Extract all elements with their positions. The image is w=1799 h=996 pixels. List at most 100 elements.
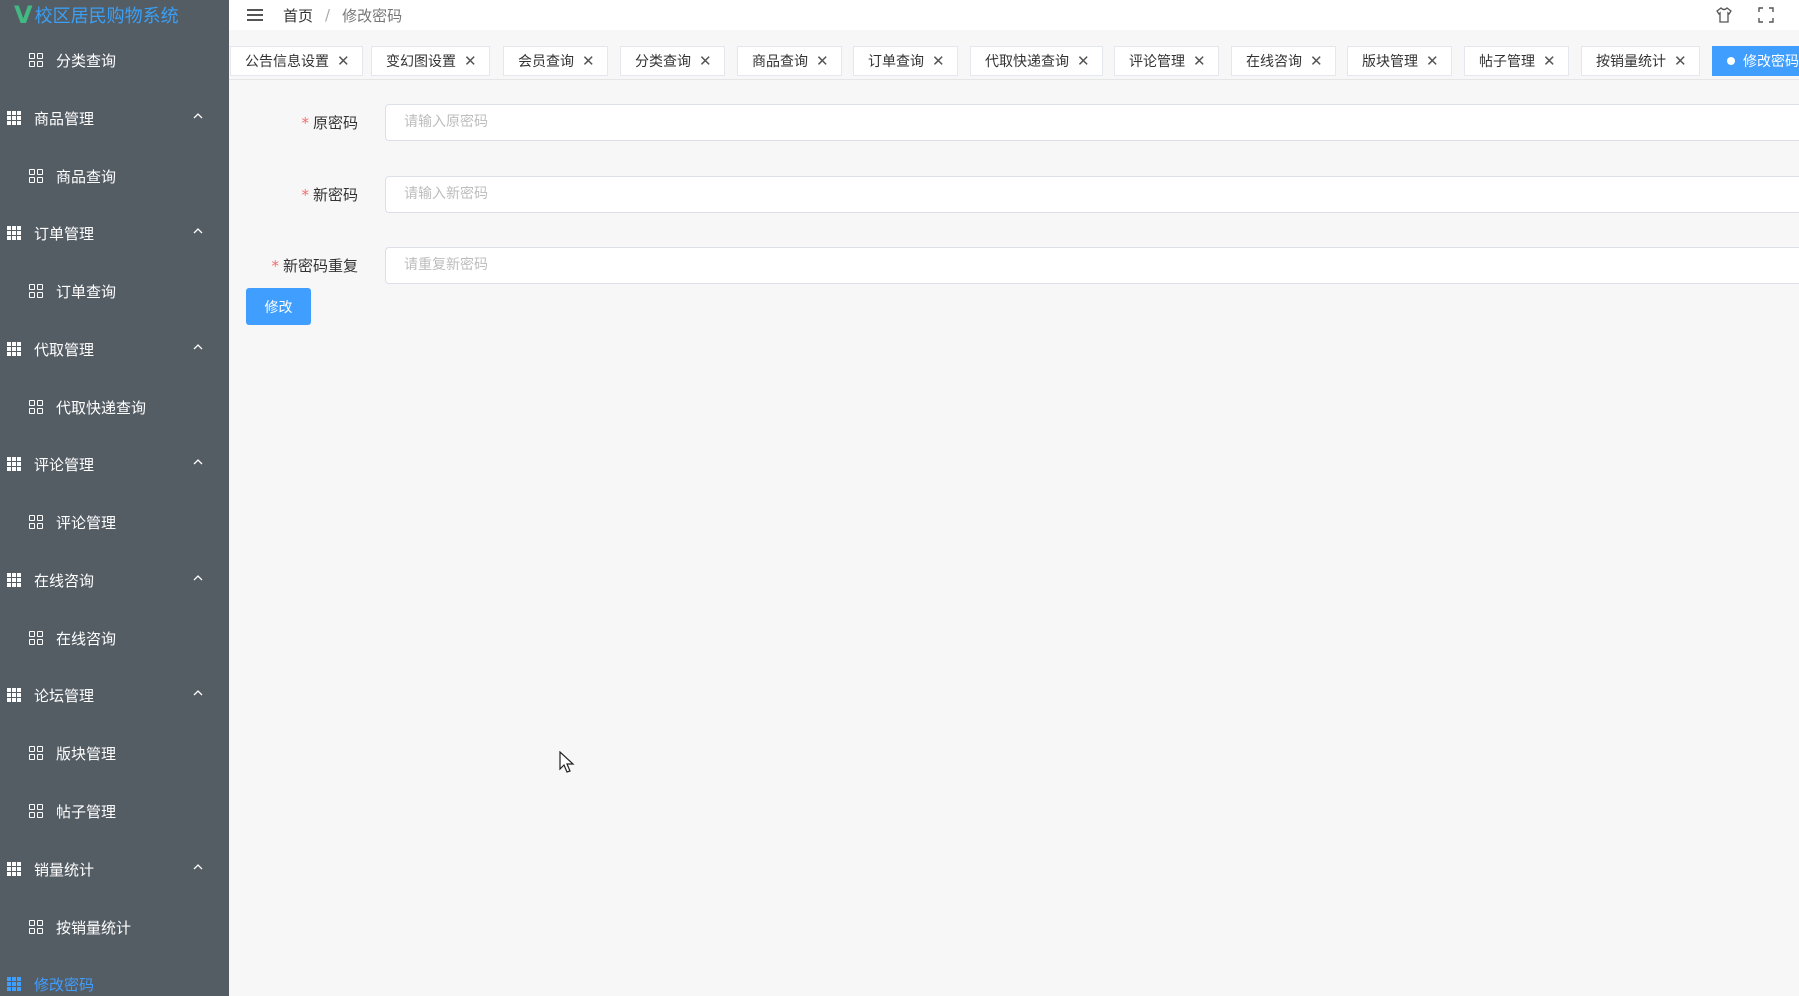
tab-notice-settings[interactable]: 公告信息设置 ✕ bbox=[230, 46, 363, 76]
breadcrumb-current: 修改密码 bbox=[342, 6, 403, 25]
table-icon bbox=[6, 573, 22, 587]
table-icon bbox=[6, 862, 22, 876]
chevron-up-icon bbox=[193, 113, 203, 119]
menu-toggle-icon[interactable] bbox=[247, 9, 263, 21]
sidebar-item-comment-list[interactable]: 评论管理 bbox=[0, 502, 229, 542]
tab-board-management[interactable]: 版块管理 ✕ bbox=[1347, 46, 1452, 76]
table-icon bbox=[6, 342, 22, 356]
sidebar-item-label: 商品查询 bbox=[56, 167, 117, 186]
sidebar-item-comment-management[interactable]: 评论管理 bbox=[0, 444, 229, 484]
new-password-input[interactable] bbox=[385, 175, 1799, 213]
tab-label: 在线咨询 bbox=[1246, 54, 1302, 70]
required-mark: * bbox=[301, 185, 309, 204]
close-icon[interactable]: ✕ bbox=[1310, 52, 1323, 70]
sidebar-item-consult-list[interactable]: 在线咨询 bbox=[0, 618, 229, 658]
sidebar-item-label: 分类查询 bbox=[56, 51, 117, 70]
mouse-cursor-icon bbox=[559, 751, 575, 773]
tab-label: 修改密码 bbox=[1743, 54, 1799, 70]
tab-member-query[interactable]: 会员查询 ✕ bbox=[503, 46, 608, 76]
sidebar-item-consult-management[interactable]: 在线咨询 bbox=[0, 560, 229, 600]
old-password-input[interactable] bbox=[385, 103, 1799, 141]
close-icon[interactable]: ✕ bbox=[816, 52, 829, 70]
tab-label: 订单查询 bbox=[868, 54, 924, 70]
grid-four-icon bbox=[28, 53, 44, 67]
sidebar-item-board-management[interactable]: 版块管理 bbox=[0, 733, 229, 773]
grid-four-icon bbox=[28, 920, 44, 934]
sidebar-item-label: 按销量统计 bbox=[56, 918, 132, 937]
close-icon[interactable]: ✕ bbox=[1193, 52, 1206, 70]
tab-carousel-settings[interactable]: 变幻图设置 ✕ bbox=[371, 46, 490, 76]
app-title: 校区居民购物系统 bbox=[34, 6, 179, 27]
tab-change-password[interactable]: 修改密码 bbox=[1712, 46, 1799, 76]
close-icon[interactable]: ✕ bbox=[582, 52, 595, 70]
grid-four-icon bbox=[28, 804, 44, 818]
table-icon bbox=[6, 111, 22, 125]
grid-four-icon bbox=[28, 169, 44, 183]
close-icon[interactable]: ✕ bbox=[1077, 52, 1090, 70]
table-icon bbox=[6, 977, 22, 991]
tab-pickup-query[interactable]: 代取快递查询 ✕ bbox=[970, 46, 1103, 76]
sidebar-item-label: 商品管理 bbox=[34, 109, 95, 128]
close-icon[interactable]: ✕ bbox=[337, 52, 350, 70]
close-icon[interactable]: ✕ bbox=[1426, 52, 1439, 70]
tab-label: 代取快递查询 bbox=[985, 54, 1069, 70]
theme-shirt-icon[interactable] bbox=[1715, 6, 1733, 24]
tab-sales-by-volume[interactable]: 按销量统计 ✕ bbox=[1581, 46, 1700, 76]
sidebar-item-label: 在线咨询 bbox=[34, 571, 95, 590]
submit-button[interactable]: 修改 bbox=[246, 288, 311, 325]
sidebar-item-sales-by-volume[interactable]: 按销量统计 bbox=[0, 907, 229, 947]
sidebar-item-forum-management[interactable]: 论坛管理 bbox=[0, 675, 229, 715]
sidebar-item-label: 在线咨询 bbox=[56, 629, 117, 648]
tab-order-query[interactable]: 订单查询 ✕ bbox=[853, 46, 958, 76]
tab-label: 版块管理 bbox=[1362, 54, 1418, 70]
fullscreen-icon[interactable] bbox=[1757, 6, 1775, 24]
chevron-up-icon bbox=[193, 575, 203, 581]
breadcrumb-separator: / bbox=[325, 6, 331, 24]
sidebar-item-post-management[interactable]: 帖子管理 bbox=[0, 791, 229, 831]
breadcrumb-home[interactable]: 首页 bbox=[283, 5, 313, 26]
active-dot-icon bbox=[1727, 57, 1735, 65]
tab-label: 商品查询 bbox=[752, 54, 808, 70]
close-icon[interactable]: ✕ bbox=[1674, 52, 1687, 70]
required-mark: * bbox=[271, 256, 279, 275]
tabs-divider bbox=[229, 79, 1799, 80]
repeat-password-input[interactable] bbox=[385, 246, 1799, 284]
repeat-password-label: * 新密码重复 bbox=[271, 256, 358, 275]
sidebar-item-label: 订单查询 bbox=[56, 282, 117, 301]
sidebar-item-label: 帖子管理 bbox=[56, 802, 117, 821]
tab-online-consult[interactable]: 在线咨询 ✕ bbox=[1231, 46, 1336, 76]
app-logo[interactable]: V 校区居民购物系统 bbox=[0, 0, 229, 30]
chevron-up-icon bbox=[193, 864, 203, 870]
sidebar-item-label: 修改密码 bbox=[34, 975, 95, 994]
tab-category-query[interactable]: 分类查询 ✕ bbox=[620, 46, 725, 76]
tab-product-query[interactable]: 商品查询 ✕ bbox=[737, 46, 842, 76]
close-icon[interactable]: ✕ bbox=[464, 52, 477, 70]
close-icon[interactable]: ✕ bbox=[932, 52, 945, 70]
sidebar-item-pickup-management[interactable]: 代取管理 bbox=[0, 329, 229, 369]
old-password-label: * 原密码 bbox=[301, 113, 358, 132]
sidebar-item-order-query[interactable]: 订单查询 bbox=[0, 271, 229, 311]
close-icon[interactable]: ✕ bbox=[699, 52, 712, 70]
grid-four-icon bbox=[28, 400, 44, 414]
chevron-up-icon bbox=[193, 344, 203, 350]
table-icon bbox=[6, 457, 22, 471]
sidebar-item-sales-statistics[interactable]: 销量统计 bbox=[0, 849, 229, 889]
tab-label: 公告信息设置 bbox=[245, 54, 329, 70]
tab-post-management[interactable]: 帖子管理 ✕ bbox=[1464, 46, 1569, 76]
tab-label: 会员查询 bbox=[518, 54, 574, 70]
sidebar-item-product-query[interactable]: 商品查询 bbox=[0, 156, 229, 196]
top-header: 首页 / 修改密码 bbox=[229, 0, 1799, 30]
sidebar-item-label: 论坛管理 bbox=[34, 686, 95, 705]
close-icon[interactable]: ✕ bbox=[1543, 52, 1556, 70]
tab-comment-management[interactable]: 评论管理 ✕ bbox=[1114, 46, 1219, 76]
sidebar-item-pickup-query[interactable]: 代取快递查询 bbox=[0, 387, 229, 427]
sidebar-item-order-management[interactable]: 订单管理 bbox=[0, 213, 229, 253]
sidebar-item-label: 代取管理 bbox=[34, 340, 95, 359]
table-icon bbox=[6, 688, 22, 702]
sidebar-item-label: 版块管理 bbox=[56, 744, 117, 763]
tab-label: 变幻图设置 bbox=[386, 54, 456, 70]
sidebar-item-category-query[interactable]: 分类查询 bbox=[0, 40, 229, 80]
sidebar-item-product-management[interactable]: 商品管理 bbox=[0, 98, 229, 138]
sidebar-item-label: 评论管理 bbox=[56, 513, 117, 532]
sidebar-item-change-password[interactable]: 修改密码 bbox=[0, 964, 229, 996]
